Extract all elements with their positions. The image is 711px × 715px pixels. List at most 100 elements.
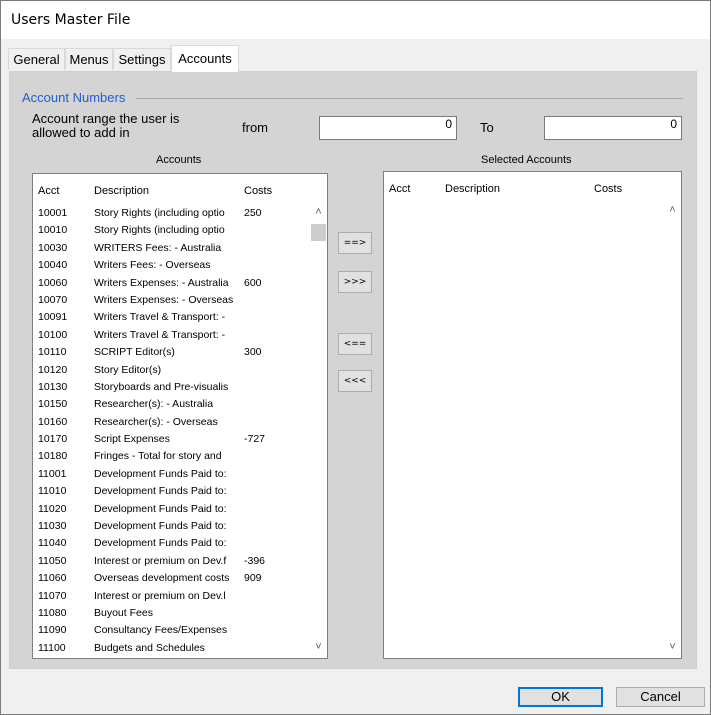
list-item[interactable]: 10130 Storyboards and Pre-visualis bbox=[33, 380, 306, 397]
chevron-down-icon[interactable]: ˅ bbox=[310, 639, 327, 656]
remove-all-accounts-button[interactable]: <<< bbox=[338, 370, 372, 392]
account-number: 10010 bbox=[38, 224, 68, 237]
account-costs: 600 bbox=[244, 276, 262, 289]
account-number: 10040 bbox=[38, 259, 68, 272]
tab-general[interactable]: General bbox=[8, 48, 65, 70]
account-description: Researcher(s): - Australia bbox=[94, 398, 214, 411]
account-description: Development Funds Paid to: bbox=[94, 520, 227, 533]
account-costs: 300 bbox=[244, 346, 262, 359]
selected-scrollbar[interactable]: ˄ ˅ bbox=[664, 202, 681, 658]
account-description: SCRIPT Editor(s) bbox=[94, 346, 175, 359]
account-description: Writers Expenses: - Overseas bbox=[94, 293, 234, 306]
account-costs: 250 bbox=[244, 207, 262, 219]
account-description: Development Funds Paid to: bbox=[94, 537, 227, 550]
account-number: 10100 bbox=[38, 328, 68, 341]
accounts-scrollbar[interactable]: ˄ ˅ bbox=[310, 204, 327, 658]
account-costs: -396 bbox=[244, 554, 266, 567]
account-number: 11080 bbox=[38, 606, 67, 619]
account-number: 11050 bbox=[38, 554, 67, 567]
list-item[interactable]: 10091 Writers Travel & Transport: - bbox=[33, 310, 306, 327]
account-number: 10180 bbox=[38, 450, 68, 463]
accounts-list[interactable]: Acct Description Costs 10001 Story Rights… bbox=[32, 173, 328, 659]
account-number: 11001 bbox=[38, 467, 67, 480]
list-item[interactable]: 10040 Writers Fees: - Overseas bbox=[33, 258, 306, 275]
to-account-input[interactable]: 0 bbox=[544, 116, 682, 140]
account-number: 10001 bbox=[38, 207, 68, 219]
account-description: Script Expenses bbox=[94, 433, 170, 446]
list-item[interactable]: 10160 Researcher(s): - Overseas bbox=[33, 415, 306, 432]
account-number: 10060 bbox=[38, 276, 68, 289]
list-item[interactable]: 11090 Consultancy Fees/Expenses bbox=[33, 623, 306, 640]
tab-settings[interactable]: Settings bbox=[113, 48, 171, 70]
account-costs: -727 bbox=[244, 433, 266, 446]
list-item[interactable]: 10001 Story Rights (including optio 250 bbox=[33, 206, 306, 223]
list-item[interactable]: 11080 Buyout Fees bbox=[33, 606, 306, 623]
account-description: Story Rights (including optio bbox=[94, 224, 225, 237]
account-number: 11060 bbox=[38, 572, 67, 585]
list-item[interactable]: 10110 SCRIPT Editor(s) 300 bbox=[33, 345, 306, 362]
account-number: 10110 bbox=[38, 346, 67, 359]
list-item[interactable]: 10070 Writers Expenses: - Overseas bbox=[33, 293, 306, 310]
list-item[interactable]: 10170 Script Expenses -727 bbox=[33, 432, 306, 449]
accounts-list-caption: Accounts bbox=[156, 154, 202, 166]
list-item[interactable]: 11001 Development Funds Paid to: bbox=[33, 467, 306, 484]
account-number: 11010 bbox=[38, 485, 67, 498]
list-item[interactable]: 10150 Researcher(s): - Australia bbox=[33, 397, 306, 414]
selected-accounts-list[interactable]: Acct Description Costs ˄ ˅ bbox=[383, 171, 682, 659]
chevron-up-icon[interactable]: ˄ bbox=[310, 204, 327, 221]
selected-col-acct[interactable]: Acct bbox=[389, 183, 410, 195]
accounts-rows: 10001 Story Rights (including optio 250 100… bbox=[33, 206, 306, 658]
account-description: Story Editor(s) bbox=[94, 363, 162, 376]
list-item[interactable]: 11100 Budgets and Schedules bbox=[33, 641, 306, 658]
list-item[interactable]: 10120 Story Editor(s) bbox=[33, 363, 306, 380]
list-item[interactable]: 10010 Story Rights (including optio bbox=[33, 223, 306, 240]
list-item[interactable]: 10100 Writers Travel & Transport: - bbox=[33, 328, 306, 345]
account-description: Fringes - Total for story and bbox=[94, 450, 222, 463]
accounts-tab-panel: Account Numbers Account range the user i… bbox=[9, 71, 697, 669]
list-item[interactable]: 10060 Writers Expenses: - Australia 600 bbox=[33, 276, 306, 293]
account-description: Researcher(s): - Overseas bbox=[94, 415, 218, 428]
from-label: from bbox=[242, 120, 268, 135]
account-number: 11020 bbox=[38, 502, 67, 515]
list-item[interactable]: 10030 WRITERS Fees: - Australia bbox=[33, 241, 306, 258]
account-description: Budgets and Schedules bbox=[94, 641, 205, 654]
list-item[interactable]: 11070 Interest or premium on Dev.l bbox=[33, 589, 306, 606]
list-item[interactable]: 11050 Interest or premium on Dev.f -396 bbox=[33, 554, 306, 571]
list-item[interactable]: 11020 Development Funds Paid to: bbox=[33, 502, 306, 519]
account-description: Writers Fees: - Overseas bbox=[94, 259, 211, 272]
account-number: 10160 bbox=[38, 415, 68, 428]
chevron-up-icon[interactable]: ˄ bbox=[664, 202, 681, 219]
add-account-button[interactable]: ==> bbox=[338, 232, 372, 254]
account-number: 10130 bbox=[38, 380, 68, 393]
account-description: Consultancy Fees/Expenses bbox=[94, 624, 228, 637]
account-description: Development Funds Paid to: bbox=[94, 502, 227, 515]
account-description: Writers Expenses: - Australia bbox=[94, 276, 229, 289]
account-number: 11040 bbox=[38, 537, 67, 550]
accounts-col-description[interactable]: Description bbox=[94, 185, 149, 197]
list-item[interactable]: 11010 Development Funds Paid to: bbox=[33, 484, 306, 501]
account-number: 10030 bbox=[38, 241, 68, 254]
cancel-button[interactable]: Cancel bbox=[616, 687, 705, 707]
accounts-col-acct[interactable]: Acct bbox=[38, 185, 59, 197]
selected-col-costs[interactable]: Costs bbox=[594, 183, 622, 195]
remove-account-button[interactable]: <== bbox=[338, 333, 372, 355]
selected-accounts-caption: Selected Accounts bbox=[481, 154, 572, 166]
accounts-col-costs[interactable]: Costs bbox=[244, 185, 272, 197]
add-all-accounts-button[interactable]: >>> bbox=[338, 271, 372, 293]
tab-accounts[interactable]: Accounts bbox=[171, 45, 239, 72]
list-item[interactable]: 10180 Fringes - Total for story and bbox=[33, 449, 306, 466]
account-description: Storyboards and Pre-visualis bbox=[94, 380, 229, 393]
ok-button[interactable]: OK bbox=[518, 687, 603, 707]
account-description: Buyout Fees bbox=[94, 606, 153, 619]
title-bar: Users Master File bbox=[1, 1, 710, 39]
tab-menus[interactable]: Menus bbox=[65, 48, 113, 70]
account-description: Writers Travel & Transport: - bbox=[94, 311, 226, 324]
list-item[interactable]: 11030 Development Funds Paid to: bbox=[33, 519, 306, 536]
chevron-down-icon[interactable]: ˅ bbox=[664, 639, 681, 656]
list-item[interactable]: 11060 Overseas development costs 909 bbox=[33, 571, 306, 588]
from-account-input[interactable]: 0 bbox=[319, 116, 457, 140]
accounts-scroll-thumb[interactable] bbox=[311, 224, 326, 241]
list-item[interactable]: 11040 Development Funds Paid to: bbox=[33, 536, 306, 553]
selected-col-description[interactable]: Description bbox=[445, 183, 500, 195]
to-label: To bbox=[480, 120, 494, 135]
